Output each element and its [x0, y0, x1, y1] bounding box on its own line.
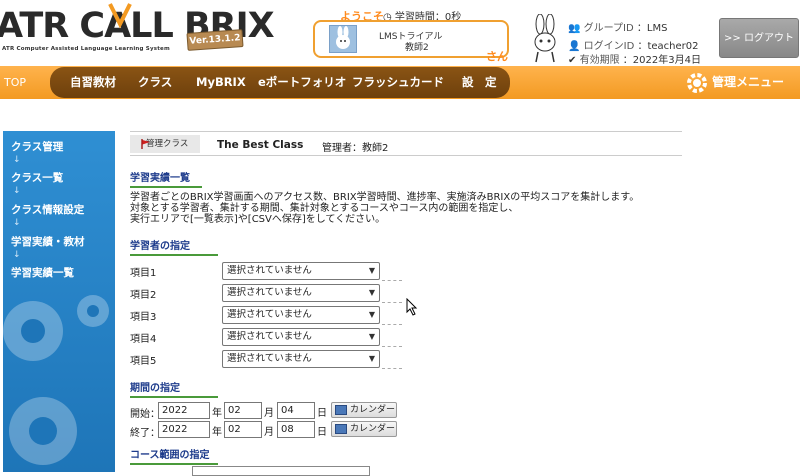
item-label: 項目1 [130, 268, 157, 279]
nav-item-mybrix[interactable]: MyBRIX [196, 67, 246, 98]
calendar-icon [335, 424, 347, 434]
sidebar-item-results-materials[interactable]: 学習実績・教材 [11, 234, 85, 249]
item-label: 項目4 [130, 334, 157, 345]
check-icon: ✔ [568, 55, 577, 66]
item-4-select[interactable]: 選択されていません ▼ [222, 328, 380, 346]
end-month-input[interactable]: 02 [224, 421, 262, 438]
sidebar-arrow: ↓ [13, 250, 21, 260]
divider [382, 368, 402, 369]
day-unit: 日 [317, 408, 327, 419]
main-content: 管理クラス The Best Class 管理者：教師2 学習実績一覧 学習者ご… [130, 131, 800, 472]
group-icon: 👥 [568, 23, 581, 34]
expiration-date: ✔ 有効期限 ：2022年3月4日 [568, 55, 701, 66]
start-day-input[interactable]: 04 [277, 402, 315, 419]
class-teacher: 管理者：教師2 [322, 143, 389, 154]
page-title: 学習実績一覧 [130, 169, 202, 188]
item-5-select[interactable]: 選択されていません ▼ [222, 350, 380, 368]
nav-item-class[interactable]: クラス [138, 67, 172, 98]
admin-menu-button[interactable]: 管理メニュー [712, 66, 784, 99]
calendar-icon [335, 405, 347, 415]
class-name: The Best Class [217, 139, 304, 151]
avatar [329, 25, 357, 53]
nav-main-bar: 自習教材 クラス MyBRIX eポートフォリオ フラッシュカード 設 定 [50, 67, 510, 98]
divider [382, 324, 402, 325]
page-description: 学習者ごとのBRIX学習画面へのアクセス数、BRIX学習時間、進捗率、実施済みB… [130, 192, 640, 225]
month-unit: 月 [264, 427, 274, 438]
gear-icon [687, 73, 707, 93]
chevron-down-icon: ▼ [368, 310, 375, 319]
logo-swoosh-icon [108, 3, 132, 29]
breadcrumb: 管理クラス The Best Class 管理者：教師2 [130, 131, 682, 156]
sidebar-arrow: ↓ [13, 186, 21, 196]
start-calendar-button[interactable]: カレンダー [331, 402, 397, 418]
year-unit: 年 [212, 408, 222, 419]
course-section-title: コース範囲の指定 [130, 446, 218, 465]
logout-button[interactable]: >> ログアウト [719, 18, 799, 58]
rabbit-mascot-icon [534, 14, 556, 63]
gears-decoration-icon [3, 295, 109, 465]
divider [382, 302, 402, 303]
start-month-input[interactable]: 02 [224, 402, 262, 419]
group-id: 👥 グループID ：LMS [568, 23, 668, 34]
mouse-cursor-icon [406, 298, 418, 316]
course-select[interactable] [192, 466, 370, 476]
nav-item-flashcard[interactable]: フラッシュカード [352, 67, 444, 98]
end-year-input[interactable]: 2022 [158, 421, 210, 438]
rabbit-avatar-icon [336, 26, 350, 49]
sidebar-item-class-list[interactable]: クラス一覧 [11, 170, 63, 185]
sidebar-arrow: ↓ [13, 155, 21, 165]
chevron-down-icon: ▼ [368, 332, 375, 341]
item-label: 項目3 [130, 312, 157, 323]
month-unit: 月 [264, 408, 274, 419]
login-id: 👤 ログインID ：teacher02 [568, 41, 699, 52]
period-section-title: 期間の指定 [130, 379, 218, 398]
chevron-down-icon: ▼ [368, 288, 375, 297]
main-nav: TOP 自習教材 クラス MyBRIX eポートフォリオ フラッシュカード 設 … [0, 66, 800, 99]
sidebar-item-results-list[interactable]: 学習実績一覧 [11, 265, 74, 280]
item-label: 項目2 [130, 290, 157, 301]
divider [382, 346, 402, 347]
learner-section-title: 学習者の指定 [130, 237, 218, 256]
sidebar-item-class-management[interactable]: クラス管理 [11, 139, 63, 154]
start-label: 開始： [130, 409, 160, 420]
flag-icon [141, 139, 150, 149]
end-calendar-button[interactable]: カレンダー [331, 421, 397, 437]
item-1-select[interactable]: 選択されていません ▼ [222, 262, 380, 280]
end-day-input[interactable]: 08 [277, 421, 315, 438]
version-badge: Ver.13.1.2 [186, 29, 244, 51]
start-year-input[interactable]: 2022 [158, 402, 210, 419]
item-label: 項目5 [130, 356, 157, 367]
sidebar-item-class-settings[interactable]: クラス情報設定 [11, 202, 84, 217]
year-unit: 年 [212, 427, 222, 438]
nav-item-eportfolio[interactable]: eポートフォリオ [258, 67, 346, 98]
san-suffix: さん [486, 50, 508, 63]
user-box: LMSトライアル 教師2 [313, 20, 509, 58]
sidebar: クラス管理 ↓ クラス一覧 ↓ クラス情報設定 ↓ 学習実績・教材 ↓ 学習実績… [3, 131, 115, 472]
user-name: 教師2 [405, 43, 429, 53]
chevron-down-icon: ▼ [368, 266, 375, 275]
day-unit: 日 [317, 427, 327, 438]
nav-top[interactable]: TOP [0, 66, 40, 99]
sidebar-arrow: ↓ [13, 218, 21, 228]
nav-item-self-study[interactable]: 自習教材 [70, 67, 116, 98]
logo-subtitle: ATR Computer Assisted Language Learning … [2, 46, 170, 52]
item-2-select[interactable]: 選択されていません ▼ [222, 284, 380, 302]
divider [382, 280, 402, 281]
item-3-select[interactable]: 選択されていません ▼ [222, 306, 380, 324]
header: ATR CALL BRIX ATR Computer Assisted Lang… [0, 0, 800, 66]
chevron-down-icon: ▼ [368, 354, 375, 363]
nav-item-settings[interactable]: 設 定 [462, 67, 497, 98]
end-label: 終了： [130, 428, 160, 439]
